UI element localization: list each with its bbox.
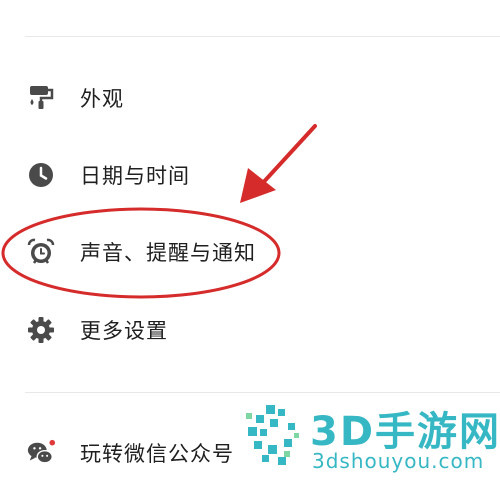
menu-item-label: 声音、提醒与通知 (80, 241, 256, 265)
watermark-url: 3dshouyou.com (312, 449, 485, 473)
menu-item-label: 更多设置 (80, 319, 168, 343)
menu-item-appearance[interactable]: 外观 (0, 68, 500, 128)
menu-item-more-settings[interactable]: 更多设置 (0, 300, 500, 360)
alarm-clock-icon (26, 237, 56, 267)
paint-roller-icon (26, 83, 56, 113)
watermark-logo-icon (246, 405, 299, 465)
top-divider (25, 36, 500, 37)
wechat-icon (26, 438, 56, 468)
clock-icon (26, 160, 56, 190)
notification-badge (49, 439, 56, 446)
menu-item-date-time[interactable]: 日期与时间 (0, 145, 500, 205)
menu-item-sound-notifications[interactable]: 声音、提醒与通知 (0, 222, 500, 282)
menu-item-label: 玩转微信公众号 (80, 442, 234, 466)
watermark: 3D手游网 3dshouyou.com (244, 397, 499, 479)
gear-icon (26, 315, 56, 345)
menu-item-label: 日期与时间 (80, 164, 190, 188)
menu-item-label: 外观 (80, 87, 124, 111)
section-divider (25, 392, 500, 393)
